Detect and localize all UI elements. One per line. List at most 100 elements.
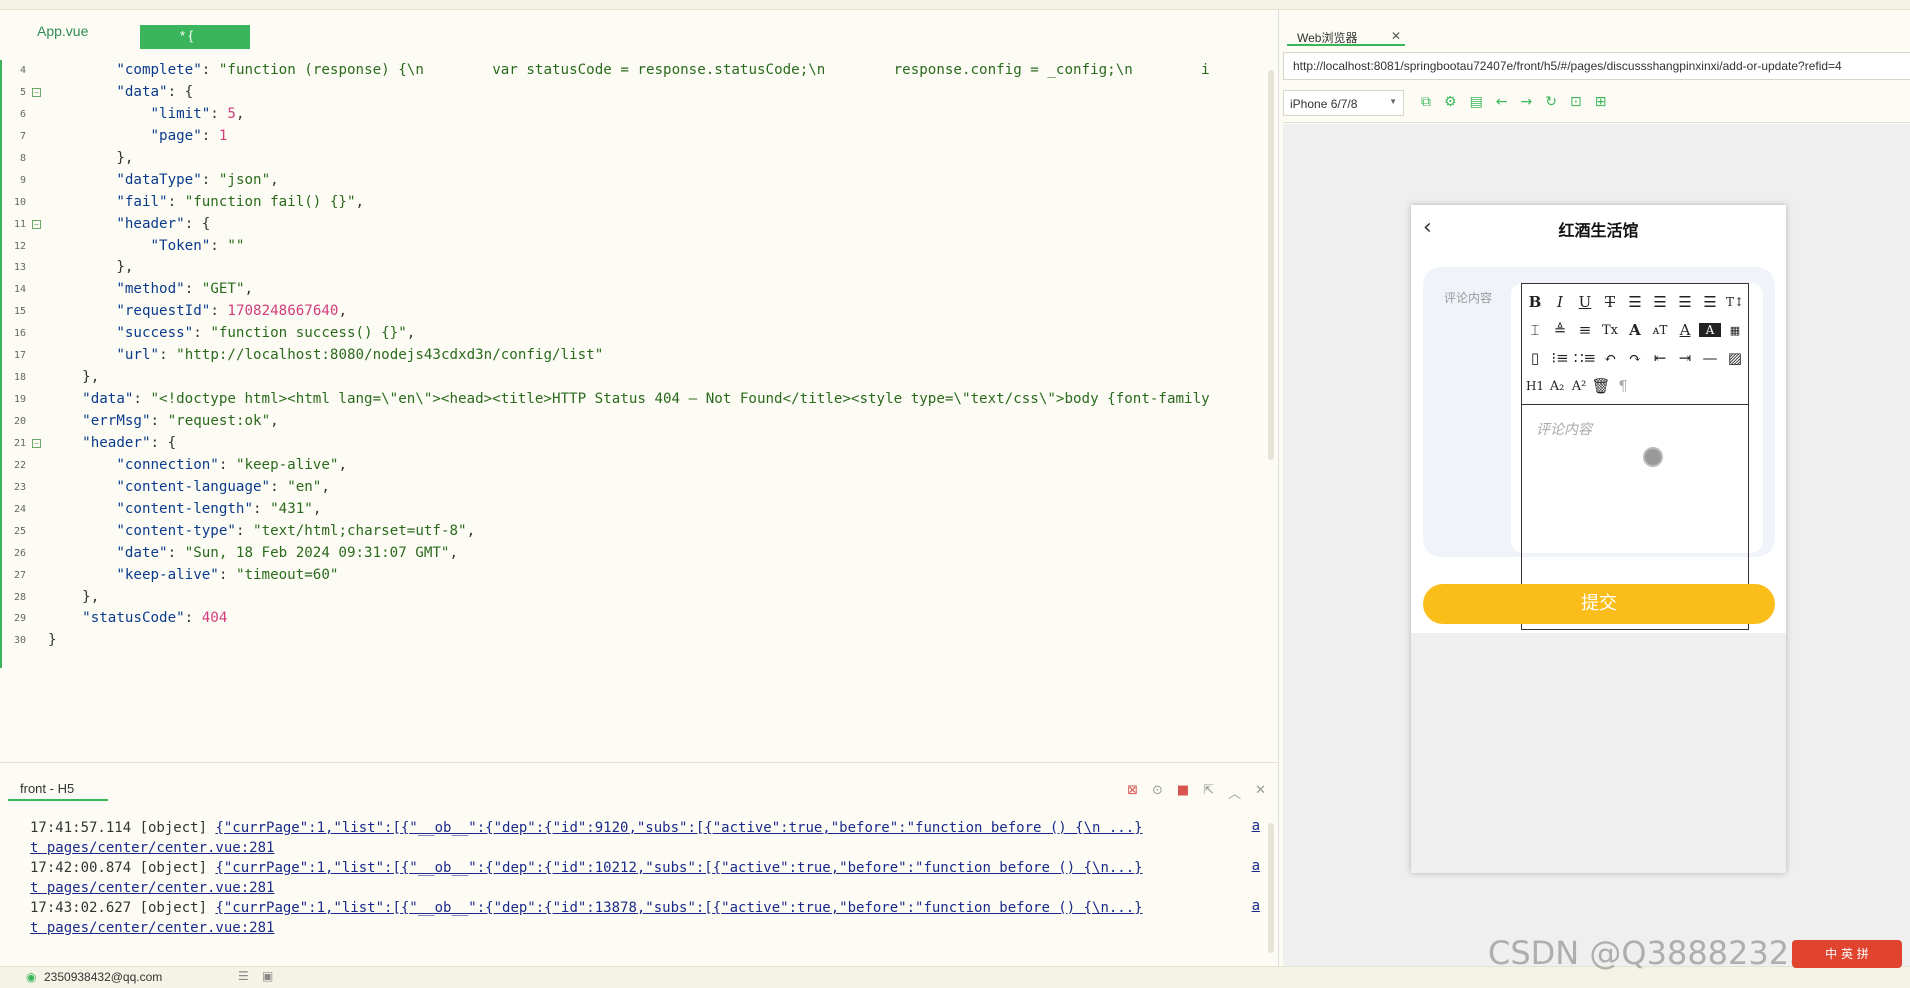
trash-icon[interactable]: 🗑 <box>1590 377 1612 395</box>
italic-icon[interactable]: I <box>1549 293 1571 311</box>
console-tab-front-h5[interactable]: front - H5 <box>8 771 108 801</box>
screenshot-icon[interactable]: ▤ <box>1470 94 1483 110</box>
paste-icon[interactable]: ▯ <box>1524 349 1546 367</box>
bold-icon[interactable]: B <box>1524 293 1546 311</box>
code-line[interactable]: 11− "header": { <box>0 214 1278 236</box>
bullet-list-icon[interactable]: ∷≡ <box>1574 349 1596 367</box>
code-line[interactable]: 26 "date": "Sun, 18 Feb 2024 09:31:07 GM… <box>0 543 1278 565</box>
code-line[interactable]: 20 "errMsg": "request:ok", <box>0 411 1278 433</box>
align-right-icon[interactable]: ☰ <box>1674 293 1696 311</box>
indent-icon[interactable]: ⇥ <box>1674 349 1696 367</box>
close-icon[interactable]: ✕ <box>1391 29 1401 43</box>
font-size-icon[interactable]: ᴀT <box>1649 323 1671 337</box>
terminal-icon[interactable]: ▣ <box>262 969 273 983</box>
ordered-list-icon[interactable]: ⁝≡ <box>1549 349 1571 367</box>
image-icon[interactable]: ▨ <box>1724 349 1746 367</box>
editor-scrollbar[interactable] <box>1268 70 1274 460</box>
undo-icon[interactable]: ↶ <box>1599 349 1621 367</box>
strikethrough-icon[interactable]: T <box>1599 293 1621 311</box>
align-left-icon[interactable]: ☰ <box>1624 293 1646 311</box>
account-email[interactable]: 2350938432@qq.com <box>44 970 162 984</box>
back-arrow-icon[interactable]: ← <box>1496 94 1508 110</box>
superscript-icon[interactable]: A² <box>1568 379 1590 394</box>
code-lines[interactable]: 4 "complete": "function (response) {\n v… <box>0 60 1278 652</box>
console-scrollbar[interactable] <box>1268 823 1274 953</box>
code-line[interactable]: 6 "limit": 5, <box>0 104 1278 126</box>
align-center-icon[interactable]: ☰ <box>1649 293 1671 311</box>
horizontal-rule-icon[interactable]: — <box>1699 349 1721 367</box>
submit-button[interactable]: 提交 <box>1423 584 1775 624</box>
fold-toggle-icon[interactable]: − <box>32 87 41 97</box>
tab-active-file[interactable]: * { <box>140 25 250 49</box>
heading-icon[interactable]: H1 <box>1524 379 1546 393</box>
url-input[interactable]: http://localhost:8081/springbootau72407e… <box>1283 52 1910 80</box>
clear-format-icon[interactable]: Tx <box>1599 323 1621 338</box>
code-line[interactable]: 21− "header": { <box>0 433 1278 455</box>
paragraph-icon[interactable]: ¶ <box>1612 377 1634 395</box>
code-line[interactable]: 25 "content-type": "text/html;charset=ut… <box>0 521 1278 543</box>
valign-middle-icon[interactable]: ≜ <box>1549 321 1571 339</box>
code-line[interactable]: 30} <box>0 630 1278 652</box>
tab-web-browser[interactable]: Web浏览器 ✕ <box>1287 18 1405 46</box>
forward-arrow-icon[interactable]: → <box>1521 94 1533 110</box>
list-icon[interactable]: ☰ <box>238 969 249 983</box>
redo-icon[interactable]: ↷ <box>1624 349 1646 367</box>
stop-icon[interactable]: ■ <box>1177 783 1189 802</box>
devtools-icon[interactable]: ⚙ <box>1444 94 1457 110</box>
log-source-location[interactable]: t pages/center/center.vue:281 <box>30 880 274 896</box>
log-object-link[interactable]: {"currPage":1,"list":[{"__ob__":{"dep":{… <box>215 820 1142 836</box>
underline-icon[interactable]: U <box>1574 293 1596 311</box>
code-line[interactable]: 7 "page": 1 <box>0 126 1278 148</box>
code-text: } <box>48 632 57 649</box>
code-line[interactable]: 12 "Token": "" <box>0 236 1278 258</box>
open-external-icon[interactable]: ⧉ <box>1421 94 1431 110</box>
log-source-location[interactable]: t pages/center/center.vue:281 <box>30 920 274 936</box>
code-line[interactable]: 27 "keep-alive": "timeout=60" <box>0 565 1278 587</box>
log-object-link[interactable]: {"currPage":1,"list":[{"__ob__":{"dep":{… <box>215 900 1142 916</box>
filter-icon[interactable]: ⊙ <box>1152 783 1163 802</box>
delete-icon[interactable]: ⊠ <box>1127 783 1138 802</box>
log-source-link[interactable]: a <box>1252 818 1260 834</box>
log-source-link[interactable]: a <box>1252 898 1260 914</box>
code-line[interactable]: 23 "content-language": "en", <box>0 477 1278 499</box>
code-line[interactable]: 17 "url": "http://localhost:8080/nodejs4… <box>0 345 1278 367</box>
fold-toggle-icon[interactable]: − <box>32 219 41 229</box>
code-line[interactable]: 22 "connection": "keep-alive", <box>0 455 1278 477</box>
text-direction-icon[interactable]: T↕ <box>1724 295 1746 309</box>
code-line[interactable]: 4 "complete": "function (response) {\n v… <box>0 60 1278 82</box>
code-line[interactable]: 5− "data": { <box>0 82 1278 104</box>
font-family-icon[interactable]: A <box>1624 321 1646 339</box>
code-line[interactable]: 9 "dataType": "json", <box>0 170 1278 192</box>
code-line[interactable]: 24 "content-length": "431", <box>0 499 1278 521</box>
font-color-icon[interactable]: A <box>1674 321 1696 339</box>
code-line[interactable]: 29 "statusCode": 404 <box>0 608 1278 630</box>
device-select[interactable]: iPhone 6/7/8 ▼ <box>1283 90 1404 116</box>
qrcode-icon[interactable]: ⊞ <box>1595 94 1607 110</box>
outdent-icon[interactable]: ⇤ <box>1649 349 1671 367</box>
lock-icon[interactable]: ⊡ <box>1570 94 1582 110</box>
log-object-link[interactable]: {"currPage":1,"list":[{"__ob__":{"dep":{… <box>215 860 1142 876</box>
date-icon[interactable]: ▦ <box>1724 324 1746 337</box>
subscript-icon[interactable]: A₂ <box>1546 379 1568 394</box>
log-source-location[interactable]: t pages/center/center.vue:281 <box>30 840 274 856</box>
line-height-icon[interactable]: ⌶ <box>1524 321 1546 339</box>
code-line[interactable]: 18 }, <box>0 367 1278 389</box>
export-icon[interactable]: ⇱ <box>1203 783 1214 802</box>
code-line[interactable]: 16 "success": "function success() {}", <box>0 323 1278 345</box>
code-line[interactable]: 19 "data": "<!doctype html><html lang=\"… <box>0 389 1278 411</box>
tab-app-vue[interactable]: App.vue <box>37 23 88 39</box>
code-line[interactable]: 28 }, <box>0 587 1278 609</box>
align-justify-icon[interactable]: ☰ <box>1699 293 1721 311</box>
close-panel-icon[interactable]: ✕ <box>1255 783 1266 802</box>
fold-toggle-icon[interactable]: − <box>32 438 41 448</box>
code-line[interactable]: 13 }, <box>0 257 1278 279</box>
log-source-link[interactable]: a <box>1252 858 1260 874</box>
chevron-up-icon[interactable]: ︿ <box>1228 783 1241 802</box>
code-line[interactable]: 14 "method": "GET", <box>0 279 1278 301</box>
code-line[interactable]: 15 "requestId": 1708248667640, <box>0 301 1278 323</box>
refresh-icon[interactable]: ↻ <box>1545 94 1557 110</box>
valign-bottom-icon[interactable]: ≡ <box>1574 321 1596 339</box>
code-line[interactable]: 10 "fail": "function fail() {}", <box>0 192 1278 214</box>
background-color-icon[interactable]: A <box>1699 323 1721 337</box>
code-line[interactable]: 8 }, <box>0 148 1278 170</box>
